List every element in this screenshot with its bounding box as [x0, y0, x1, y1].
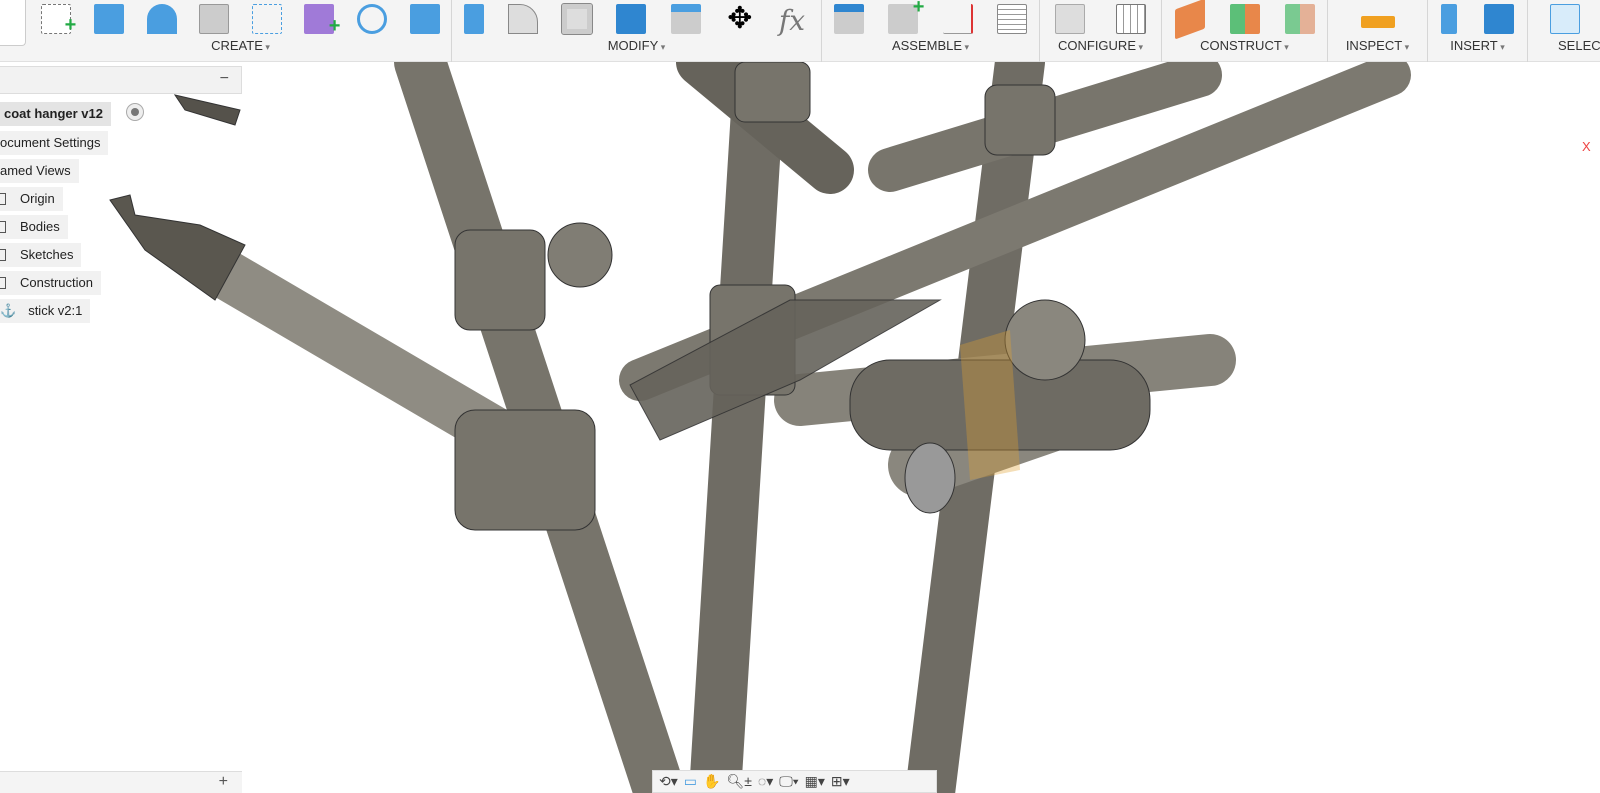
plane-through-icon[interactable] — [1284, 4, 1315, 34]
insert-mcmaster-icon[interactable] — [1441, 4, 1458, 34]
browser-node-construction[interactable]: Construction — [0, 271, 101, 295]
node-label: Origin — [20, 191, 55, 206]
panel-stub — [0, 0, 26, 46]
midplane-icon[interactable] — [1229, 4, 1260, 34]
assemble-menu[interactable]: ASSEMBLE — [822, 38, 1039, 53]
browser-header: − — [0, 66, 242, 94]
configuration-table-icon[interactable] — [1115, 4, 1146, 34]
shell-icon[interactable] — [561, 3, 594, 35]
hole-icon[interactable] — [199, 4, 230, 34]
derive-icon[interactable] — [357, 4, 388, 34]
viewcube-axis-x[interactable]: X — [1582, 139, 1591, 154]
configure-icon[interactable] — [1055, 4, 1086, 34]
activate-radio[interactable] — [126, 103, 144, 121]
extrude-icon[interactable] — [93, 4, 124, 34]
browser-node-named-views[interactable]: amed Views — [0, 159, 79, 183]
construct-menu[interactable]: CONSTRUCT — [1162, 38, 1327, 53]
pattern-icon[interactable] — [251, 4, 282, 34]
measure-icon[interactable] — [1360, 16, 1395, 28]
navigation-bar: ⟲▾ ▭ ✋ 🔍︎± ◌▾ 🖵▾ ▦▾ ⊞▾ — [652, 770, 937, 793]
folder-icon — [0, 249, 6, 261]
coat-hanger-model[interactable] — [109, 62, 1411, 793]
look-at-icon[interactable]: ▭ — [684, 773, 697, 790]
browser-node-bodies[interactable]: Bodies — [0, 215, 68, 239]
add-comment-button[interactable]: + — [219, 773, 228, 791]
create-menu[interactable]: CREATE — [30, 38, 451, 53]
node-label: Bodies — [20, 219, 60, 234]
configure-group[interactable]: CONFIGURE — [1040, 0, 1162, 62]
parameters-icon[interactable]: fx — [779, 4, 809, 37]
insert-canvas-icon[interactable] — [1483, 4, 1514, 34]
browser-node-origin[interactable]: Origin — [0, 187, 63, 211]
modify-menu[interactable]: MODIFY — [452, 38, 821, 53]
folder-icon — [0, 193, 6, 205]
browser-root-node[interactable]: coat hanger v12 — [0, 102, 111, 126]
joint-icon[interactable] — [834, 4, 865, 34]
comments-bar: + — [0, 771, 242, 793]
browser-node-document-settings[interactable]: ocument Settings — [0, 131, 109, 155]
move-icon[interactable]: ✥ — [725, 4, 755, 34]
display-settings-icon[interactable]: 🖵▾ — [779, 773, 798, 790]
as-built-joint-icon[interactable] — [942, 4, 973, 34]
pan-icon[interactable]: ✋ — [703, 773, 720, 790]
new-component-icon[interactable]: + — [888, 0, 924, 34]
select-icon[interactable] — [1550, 4, 1580, 34]
folder-icon — [0, 221, 6, 233]
node-label: stick v2:1 — [28, 303, 83, 318]
inspect-menu[interactable]: INSPECT — [1328, 38, 1427, 53]
viewports-icon[interactable]: ⊞▾ — [831, 773, 850, 790]
revolve-icon[interactable] — [146, 4, 177, 34]
create-sketch-icon[interactable]: + — [41, 4, 76, 36]
fit-icon[interactable]: ◌▾ — [758, 773, 773, 790]
bom-icon[interactable] — [996, 4, 1027, 34]
press-pull-icon[interactable] — [464, 4, 485, 34]
3d-viewport[interactable] — [0, 62, 1600, 793]
toolbar: + + CREATE ✥ fx MODIFY + ASSE — [0, 0, 1600, 62]
insert-menu[interactable]: INSERT — [1428, 38, 1527, 53]
node-label: Sketches — [20, 247, 74, 262]
box-icon[interactable] — [409, 4, 440, 34]
create-group[interactable]: + + CREATE — [30, 0, 452, 62]
modify-group[interactable]: ✥ fx MODIFY — [452, 0, 822, 62]
assemble-group[interactable]: + ASSEMBLE — [822, 0, 1040, 62]
inspect-group[interactable]: INSPECT — [1328, 0, 1428, 62]
select-group[interactable]: SELEC — [1528, 0, 1600, 62]
construct-group[interactable]: CONSTRUCT — [1162, 0, 1328, 62]
collapse-browser-button[interactable]: − — [220, 70, 229, 88]
grid-icon[interactable]: ▦▾ — [805, 773, 825, 790]
anchor-icon: ⚓ — [0, 303, 17, 318]
offset-face-icon[interactable] — [670, 4, 701, 34]
node-label: Construction — [20, 275, 93, 290]
zoom-icon[interactable]: 🔍︎± — [726, 773, 751, 790]
configure-menu[interactable]: CONFIGURE — [1040, 38, 1161, 53]
browser-node-stick[interactable]: ⚓ stick v2:1 — [0, 299, 91, 323]
folder-icon — [0, 277, 6, 289]
browser-node-sketches[interactable]: Sketches — [0, 243, 82, 267]
create-form-icon[interactable]: + — [304, 4, 340, 37]
fillet-icon[interactable] — [508, 4, 539, 34]
orbit-icon[interactable]: ⟲▾ — [659, 773, 678, 790]
insert-group[interactable]: INSERT — [1428, 0, 1528, 62]
offset-plane-icon[interactable] — [1174, 0, 1205, 40]
select-menu[interactable]: SELEC — [1528, 38, 1600, 53]
combine-icon[interactable] — [616, 4, 647, 34]
